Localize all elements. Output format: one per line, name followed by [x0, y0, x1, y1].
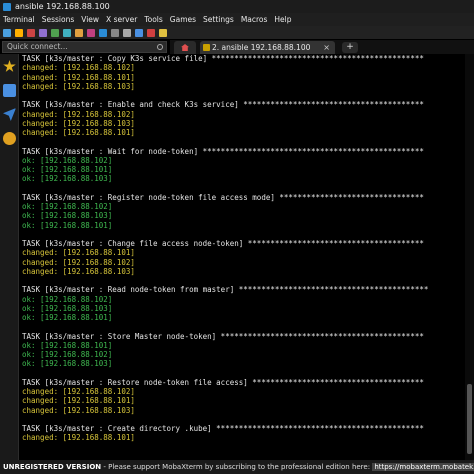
task-header-line: TASK [k3s/master : Register node-token f…	[22, 192, 424, 202]
games-icon[interactable]	[39, 28, 47, 37]
tunneling-icon[interactable]	[99, 28, 107, 37]
ok-result-line: ok: [192.168.88.101]	[22, 340, 113, 350]
task-header-line: TASK [k3s/master : Store Master node-tok…	[22, 331, 424, 341]
changed-result-line: changed: [192.168.88.101]	[22, 396, 135, 406]
multiexec-icon[interactable]	[87, 28, 95, 37]
task-header-line: TASK [k3s/master : Wait for node-token] …	[22, 146, 424, 156]
task-header-line: TASK [k3s/master : Change file access no…	[22, 239, 424, 248]
menu-sessions[interactable]: Sessions	[42, 15, 75, 24]
changed-result-line: changed: [192.168.88.101]	[22, 128, 135, 137]
scrollbar-thumb[interactable]	[467, 384, 472, 454]
view-icon[interactable]	[63, 28, 71, 37]
changed-result-line: changed: [192.168.88.101]	[22, 433, 135, 443]
star-icon[interactable]	[3, 60, 16, 72]
macros-icon[interactable]	[3, 132, 16, 145]
tools-icon[interactable]	[3, 84, 16, 97]
settings-icon[interactable]	[123, 28, 131, 37]
changed-result-line: changed: [192.168.88.101]	[22, 248, 135, 258]
servers-icon[interactable]	[15, 28, 23, 37]
subscribe-link[interactable]: https://mobaxterm.mobatek.net	[372, 463, 474, 471]
changed-result-line: changed: [192.168.88.103]	[22, 118, 135, 128]
tools-icon[interactable]	[27, 28, 35, 37]
menu-help[interactable]: Help	[274, 15, 291, 24]
ok-result-line: ok: [192.168.88.101]	[22, 313, 113, 322]
unregistered-label: UNREGISTERED VERSION	[3, 463, 102, 471]
menu-tools[interactable]: Tools	[144, 15, 162, 24]
changed-result-line: changed: [192.168.88.102]	[22, 257, 135, 267]
tab-session-ansible[interactable]: 2. ansible 192.168.88.100 ×	[200, 41, 335, 54]
changed-result-line: changed: [192.168.88.103]	[22, 405, 135, 415]
terminal-scrollbar[interactable]	[465, 54, 474, 460]
menu-terminal[interactable]: Terminal	[3, 15, 35, 24]
new-tab-button[interactable]: +	[342, 42, 358, 53]
left-sidebar	[0, 54, 19, 460]
task-header-line: TASK [k3s/master : Read node-token from …	[22, 285, 429, 295]
title-bar: ansible 192.168.88.100	[0, 0, 474, 13]
ok-result-line: ok: [192.168.88.103]	[22, 174, 113, 184]
changed-result-line: changed: [192.168.88.101]	[22, 72, 135, 82]
terminal-icon	[203, 44, 210, 51]
changed-result-line: changed: [192.168.88.102]	[22, 387, 135, 396]
ok-result-line: ok: [192.168.88.102]	[22, 294, 113, 304]
terminal-output[interactable]: TASK [k3s/master : Copy K3s service file…	[19, 54, 474, 460]
ok-result-line: ok: [192.168.88.102]	[22, 202, 113, 211]
ok-result-line: ok: [192.168.88.101]	[22, 220, 113, 230]
changed-result-line: changed: [192.168.88.103]	[22, 266, 135, 276]
task-header-line: TASK [k3s/master : Enable and check K3s …	[22, 100, 424, 110]
app-icon	[3, 2, 11, 11]
task-header-line: TASK [k3s/master : Create directory .kub…	[22, 424, 424, 433]
ok-result-line: ok: [192.168.88.102]	[22, 350, 113, 359]
home-tab[interactable]	[174, 41, 196, 54]
toolbar	[0, 26, 474, 39]
xserver-icon[interactable]	[147, 28, 155, 37]
ok-result-line: ok: [192.168.88.103]	[22, 303, 113, 313]
send-icon[interactable]	[3, 108, 16, 121]
quick-connect-input[interactable]: Quick connect...	[2, 41, 167, 53]
menu-x-server[interactable]: X server	[106, 15, 137, 24]
window-title: ansible 192.168.88.100	[15, 2, 110, 11]
exit-icon[interactable]	[159, 28, 167, 37]
help-icon[interactable]	[135, 28, 143, 37]
session-icon[interactable]	[3, 28, 11, 37]
changed-result-line: changed: [192.168.88.103]	[22, 81, 135, 91]
menu-bar: Terminal Sessions View X server Tools Games Se…	[0, 13, 474, 26]
terminal-text: TASK [k3s/master : Copy K3s service file…	[22, 54, 474, 443]
quick-connect-placeholder: Quick connect...	[7, 42, 68, 51]
ok-result-line: ok: [192.168.88.103]	[22, 211, 113, 221]
menu-settings[interactable]: Settings	[203, 15, 234, 24]
menu-games[interactable]: Games	[170, 15, 196, 24]
home-icon	[181, 44, 189, 51]
ok-result-line: ok: [192.168.88.103]	[22, 359, 113, 369]
task-header-line: TASK [k3s/master : Copy K3s service file…	[22, 54, 424, 63]
packages-icon[interactable]	[111, 28, 119, 37]
sessions-icon[interactable]	[51, 28, 59, 37]
ok-result-line: ok: [192.168.88.101]	[22, 165, 113, 174]
search-icon	[157, 44, 163, 50]
close-tab-button[interactable]: ×	[323, 41, 330, 54]
menu-view[interactable]: View	[81, 15, 99, 24]
tab-label: 2. ansible 192.168.88.100	[212, 43, 311, 52]
status-bar: UNREGISTERED VERSION - Please support Mo…	[0, 460, 474, 474]
changed-result-line: changed: [192.168.88.102]	[22, 63, 135, 73]
menu-macros[interactable]: Macros	[241, 15, 268, 24]
changed-result-line: changed: [192.168.88.102]	[22, 109, 135, 119]
ok-result-line: ok: [192.168.88.102]	[22, 155, 113, 165]
split-icon[interactable]	[75, 28, 83, 37]
support-message: - Please support MobaXterm by subscribin…	[101, 463, 373, 471]
tab-strip: 2. ansible 192.168.88.100 × +	[170, 40, 474, 54]
task-header-line: TASK [k3s/master : Restore node-token fi…	[22, 377, 424, 387]
